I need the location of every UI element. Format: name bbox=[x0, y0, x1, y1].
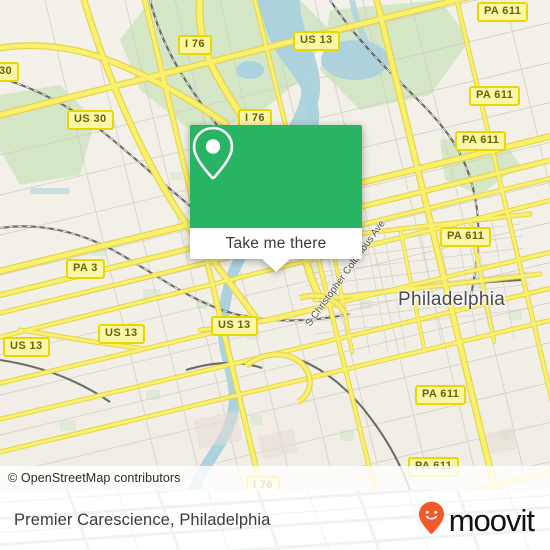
highway-shield: 30 bbox=[0, 62, 20, 82]
footer-bar: Premier Carescience, Philadelphia moovit bbox=[0, 490, 550, 550]
moovit-map-screenshot: Philadelphia S Christopher Columbus Ave … bbox=[0, 0, 550, 550]
highway-shield: PA 611 bbox=[469, 86, 521, 106]
take-me-there-card[interactable]: Take me there bbox=[190, 125, 362, 272]
map-canvas[interactable]: Philadelphia S Christopher Columbus Ave … bbox=[0, 0, 550, 490]
highway-shield: US 13 bbox=[98, 324, 145, 344]
highway-shield: PA 611 bbox=[455, 131, 507, 151]
map-city-label: Philadelphia bbox=[398, 289, 506, 310]
card-icon-area bbox=[190, 125, 362, 228]
highway-shield: PA 611 bbox=[477, 2, 529, 22]
highway-shield: US 13 bbox=[211, 316, 258, 336]
take-me-there-label: Take me there bbox=[225, 234, 327, 252]
highway-shield: PA 3 bbox=[66, 259, 105, 279]
place-title: Premier Carescience, Philadelphia bbox=[14, 510, 271, 529]
card-pointer-tail bbox=[262, 259, 290, 272]
highway-shield: I 76 bbox=[178, 35, 212, 55]
attribution-text: © OpenStreetMap contributors bbox=[8, 471, 181, 485]
highway-shield: US 13 bbox=[293, 31, 340, 51]
highway-shield: US 13 bbox=[3, 337, 50, 357]
highway-shield: PA 611 bbox=[415, 385, 467, 405]
take-me-there-button[interactable]: Take me there bbox=[190, 228, 362, 259]
highway-shield: US 30 bbox=[67, 110, 114, 130]
moovit-wordmark: moovit bbox=[448, 502, 535, 538]
moovit-pin-icon bbox=[418, 501, 445, 540]
map-attribution: © OpenStreetMap contributors bbox=[0, 466, 550, 490]
moovit-logo[interactable]: moovit bbox=[418, 490, 535, 550]
highway-shield: PA 611 bbox=[440, 227, 492, 247]
